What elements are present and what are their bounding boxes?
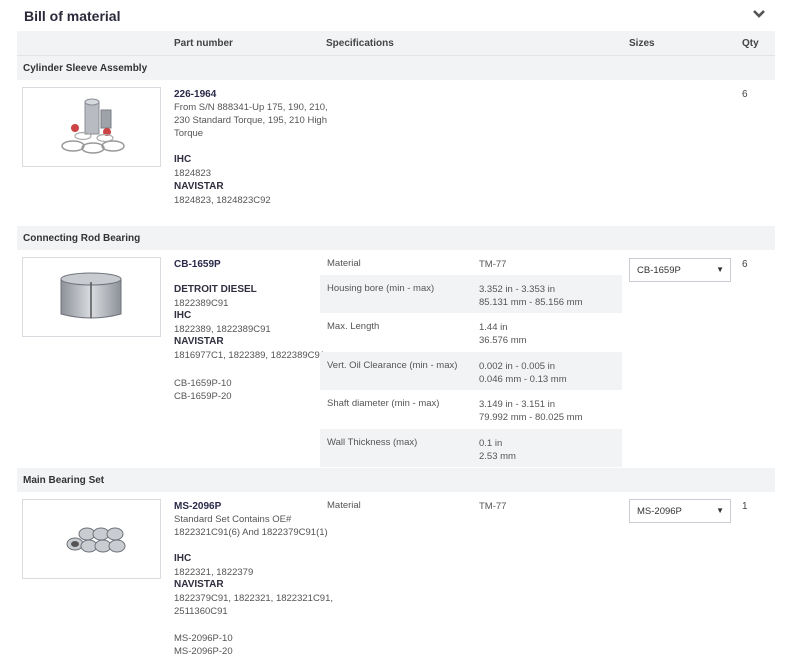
size-select[interactable]: CB-1659P ▼ (629, 258, 731, 282)
size-select-value: MS-2096P (637, 506, 682, 517)
spec-value: TM-77 (479, 259, 507, 270)
section-title: Main Bearing Set (23, 475, 105, 486)
spec-value: TM-77 (479, 501, 507, 512)
spec-value: 3.352 in - 3.353 in (479, 284, 556, 295)
variant-part-number: MS-2096P-10 (174, 633, 233, 644)
part-number-link[interactable]: CB-1659P (174, 259, 221, 270)
spec-label: Wall Thickness (max) (327, 437, 418, 448)
column-part-number: Part number (174, 38, 233, 49)
caret-down-icon: ▼ (716, 265, 724, 274)
spec-label: Material (327, 500, 361, 511)
part-description: Torque (174, 128, 204, 139)
oem-brand: NAVISTAR (174, 579, 224, 590)
section-header-bar (17, 468, 775, 492)
part-number-link[interactable]: MS-2096P (174, 501, 221, 512)
spec-label: Max. Length (327, 321, 380, 332)
bearing-image (60, 272, 122, 319)
variant-part-number: CB-1659P-10 (174, 378, 232, 389)
oem-numbers: 1824823 (174, 168, 211, 179)
oem-numbers: 1822321, 1822379 (174, 567, 254, 578)
page-title: Bill of material (24, 8, 121, 24)
product-image[interactable] (22, 87, 161, 167)
cylinder-sleeve-image (61, 98, 125, 154)
chevron-down-icon[interactable] (752, 8, 766, 20)
spec-value: 85.131 mm - 85.156 mm (479, 297, 583, 308)
spec-value: 1.44 in (479, 322, 508, 333)
spec-row-bg (320, 352, 622, 390)
oem-numbers: 1822389, 1822389C91 (174, 324, 271, 335)
column-qty: Qty (742, 38, 759, 49)
part-description: From S/N 888341-Up 175, 190, 210, (174, 102, 328, 113)
spec-row-bg (320, 429, 622, 467)
column-sizes: Sizes (629, 38, 655, 49)
oem-numbers: 1822379C91, 1822321, 1822321C91, (174, 593, 334, 604)
spec-value: 36.576 mm (479, 335, 527, 346)
qty-value: 6 (742, 259, 748, 270)
variant-part-number: CB-1659P-20 (174, 391, 232, 402)
spec-value: 0.046 mm - 0.13 mm (479, 374, 567, 385)
caret-down-icon: ▼ (716, 506, 724, 515)
spec-label: Vert. Oil Clearance (min - max) (327, 360, 458, 371)
spec-label: Material (327, 258, 361, 269)
oem-brand: IHC (174, 310, 192, 321)
qty-value: 6 (742, 89, 748, 100)
oem-numbers: 1824823, 1824823C92 (174, 195, 271, 206)
part-description: Standard Set Contains OE# (174, 514, 292, 525)
section-title: Connecting Rod Bearing (23, 233, 141, 244)
spec-value: 79.992 mm - 80.025 mm (479, 412, 583, 423)
spec-value: 2.53 mm (479, 451, 516, 462)
qty-value: 1 (742, 501, 748, 512)
spec-label: Housing bore (min - max) (327, 283, 435, 294)
oem-brand: NAVISTAR (174, 181, 224, 192)
oem-numbers: 2511360C91 (174, 606, 228, 617)
part-description: 230 Standard Torque, 195, 210 High (174, 115, 327, 126)
oem-brand: DETROIT DIESEL (174, 284, 257, 295)
oem-brand: IHC (174, 553, 192, 564)
column-specifications: Specifications (326, 38, 394, 49)
part-number-link[interactable]: 226-1964 (174, 89, 216, 100)
spec-value: 0.002 in - 0.005 in (479, 361, 556, 372)
oem-numbers: 1816977C1, 1822389, 1822389C91 (174, 350, 326, 361)
size-select[interactable]: MS-2096P ▼ (629, 499, 731, 523)
oem-numbers: 1822389C91 (174, 298, 229, 309)
oem-brand: IHC (174, 154, 192, 165)
part-description: 1822321C91(6) And 1822379C91(1) (174, 527, 328, 538)
size-select-value: CB-1659P (637, 265, 681, 276)
bearing-set-image (66, 527, 126, 553)
product-image[interactable] (22, 499, 161, 579)
column-header-bar (17, 31, 775, 56)
product-image[interactable] (22, 257, 161, 337)
section-title: Cylinder Sleeve Assembly (23, 63, 148, 74)
spec-label: Shaft diameter (min - max) (327, 398, 440, 409)
spec-value: 3.149 in - 3.151 in (479, 399, 556, 410)
variant-part-number: MS-2096P-20 (174, 646, 233, 657)
spec-value: 0.1 in (479, 438, 503, 449)
oem-brand: NAVISTAR (174, 336, 224, 347)
